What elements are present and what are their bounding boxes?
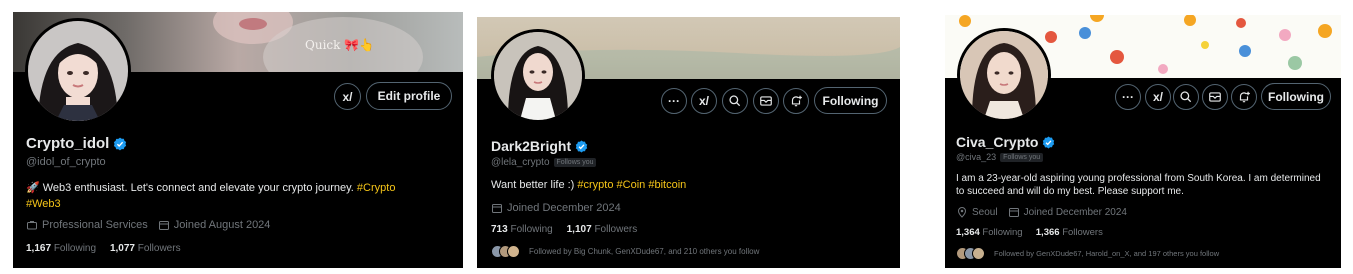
handle: @civa_23 Follows you xyxy=(956,152,1044,162)
followers-link[interactable]: 1,107 Followers xyxy=(567,224,638,235)
message-button[interactable] xyxy=(753,88,779,114)
mutual-avatars xyxy=(956,247,985,260)
follow-stats: 713 Following 1,107 Followers xyxy=(491,224,637,235)
profile-card-dark2bright: ··· x/ Following Dark2Bright @lela_crypt… xyxy=(477,17,900,268)
search-button[interactable] xyxy=(1173,84,1199,110)
notify-button[interactable] xyxy=(783,88,809,114)
bell-plus-icon xyxy=(1239,91,1250,103)
mutual-avatars xyxy=(491,245,520,258)
profile-meta: Joined December 2024 xyxy=(491,202,621,214)
avatar-photo xyxy=(960,31,1048,119)
envelope-icon xyxy=(760,96,772,106)
joined-date: Joined August 2024 xyxy=(173,219,271,231)
location-label: Seoul xyxy=(972,206,998,218)
search-button[interactable] xyxy=(722,88,748,114)
following-link[interactable]: 1,364 Following xyxy=(956,227,1023,238)
followed-by[interactable]: Followed by GenXDude67, Harold_on_X, and… xyxy=(956,247,1219,260)
location-pin-icon xyxy=(957,207,967,218)
calendar-icon xyxy=(492,204,502,213)
bell-plus-icon xyxy=(791,95,802,107)
avatar[interactable] xyxy=(25,18,131,124)
bio: Want better life :) #crypto #Coin #bitco… xyxy=(491,179,687,191)
display-name: Civa_Crypto xyxy=(956,134,1055,150)
following-link[interactable]: 1,167 Following xyxy=(26,243,96,254)
verified-badge-icon xyxy=(114,137,127,150)
grok-icon: x/ xyxy=(342,89,353,104)
grok-icon: x/ xyxy=(1152,90,1163,104)
followed-by[interactable]: Followed by Big Chunk, GenXDude67, and 2… xyxy=(491,245,759,258)
more-button[interactable]: ··· xyxy=(1115,84,1141,110)
follow-stats: 1,364 Following 1,366 Followers xyxy=(956,227,1103,238)
profile-card-civa-crypto: ··· x/ Following Civa_Crypto @civa_23 Fo… xyxy=(945,15,1341,268)
envelope-icon xyxy=(1209,92,1221,102)
follows-you-badge: Follows you xyxy=(1000,152,1044,162)
search-icon xyxy=(1180,91,1192,103)
followers-link[interactable]: 1,077 Followers xyxy=(110,243,181,254)
joined-date: Joined December 2024 xyxy=(507,202,621,214)
grok-button[interactable]: x/ xyxy=(334,83,361,110)
profile-meta: Professional Services Joined August 2024 xyxy=(26,219,270,231)
category-label[interactable]: Professional Services xyxy=(42,219,148,231)
more-icon: ··· xyxy=(668,94,680,108)
more-button[interactable]: ··· xyxy=(661,88,687,114)
follows-you-badge: Follows you xyxy=(553,158,597,167)
display-name: Dark2Bright xyxy=(491,138,588,154)
briefcase-icon xyxy=(27,221,37,230)
hashtag-link[interactable]: #bitcoin xyxy=(648,179,686,191)
following-button[interactable]: Following xyxy=(1261,83,1331,110)
verified-badge-icon xyxy=(575,140,588,152)
more-icon: ··· xyxy=(1122,90,1134,104)
calendar-icon xyxy=(158,221,169,230)
hashtag-link[interactable]: #Crypto xyxy=(357,182,396,194)
bio: I am a 23-year-old aspiring young profes… xyxy=(956,173,1321,197)
handle: @idol_of_crypto xyxy=(26,156,106,168)
avatar-photo xyxy=(28,21,128,121)
avatar-photo xyxy=(494,32,582,120)
verified-badge-icon xyxy=(1043,136,1055,148)
notify-button[interactable] xyxy=(1231,84,1257,110)
handle: @lela_crypto Follows you xyxy=(491,157,597,168)
grok-button[interactable]: x/ xyxy=(691,88,717,114)
followers-link[interactable]: 1,366 Followers xyxy=(1036,227,1103,238)
hashtag-link[interactable]: #Coin xyxy=(617,179,646,191)
display-name: Crypto_idol xyxy=(26,135,127,152)
avatar[interactable] xyxy=(957,28,1051,122)
search-icon xyxy=(729,95,741,107)
joined-date: Joined December 2024 xyxy=(1023,206,1127,218)
grok-icon: x/ xyxy=(698,94,709,108)
profile-card-crypto-idol: Quick 🎀👆 x/ Edit profile Crypto_idol @id… xyxy=(13,12,463,268)
bio: 🚀 Web3 enthusiast. Let's connect and ele… xyxy=(26,182,396,210)
following-link[interactable]: 713 Following xyxy=(491,224,553,235)
edit-profile-button[interactable]: Edit profile xyxy=(366,82,452,110)
hashtag-link[interactable]: #Web3 xyxy=(26,198,61,210)
profile-meta: Seoul Joined December 2024 xyxy=(956,206,1127,218)
grok-button[interactable]: x/ xyxy=(1145,84,1171,110)
message-button[interactable] xyxy=(1202,84,1228,110)
banner-caption: Quick 🎀👆 xyxy=(305,38,375,52)
avatar[interactable] xyxy=(491,29,585,123)
calendar-icon xyxy=(1008,208,1019,217)
following-button[interactable]: Following xyxy=(814,87,887,114)
follow-stats: 1,167 Following 1,077 Followers xyxy=(26,243,181,254)
hashtag-link[interactable]: #crypto xyxy=(577,179,613,191)
